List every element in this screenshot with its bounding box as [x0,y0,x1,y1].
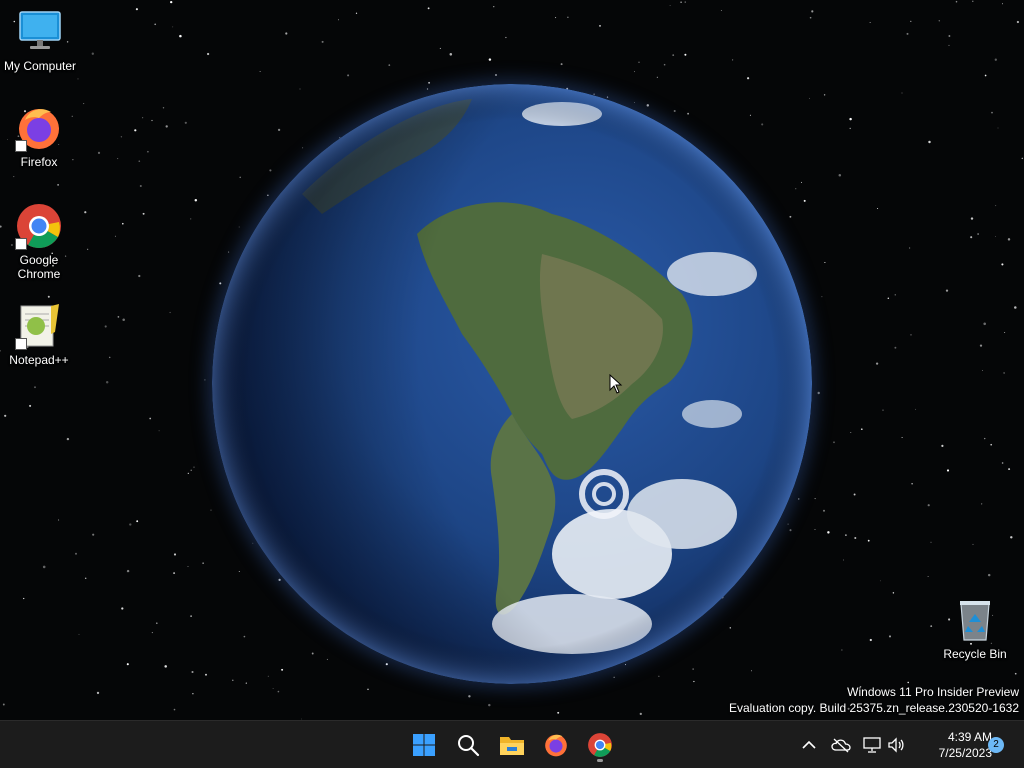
volume-icon [888,737,904,753]
desktop-icon-label: My Computer [3,59,77,73]
search-button[interactable] [450,727,486,763]
chrome-icon [15,202,63,250]
desktop: My Computer Firefox Google Chrome Notepa… [0,0,1024,720]
taskbar: 4:39 AM 7/25/2023 2 [0,720,1024,768]
chrome-taskbar-button[interactable] [582,727,618,763]
desktop-icon-my-computer[interactable]: My Computer [0,8,80,73]
watermark-line-1: Windows 11 Pro Insider Preview [847,685,1019,699]
search-icon [458,735,480,757]
chrome-icon [588,733,612,757]
firefox-taskbar-button[interactable] [538,727,574,763]
os-version-watermark: Windows 11 Pro Insider Preview Evaluatio… [729,684,1019,716]
shortcut-arrow-icon [15,338,27,350]
desktop-icon-notepad-plus-plus[interactable]: Notepad++ [0,302,79,367]
earth-wallpaper [212,84,812,684]
desktop-icon-firefox[interactable]: Firefox [0,104,79,169]
network-icon [863,737,881,753]
file-explorer-button[interactable] [494,727,530,763]
notification-badge[interactable]: 2 [988,737,1004,753]
running-indicator [597,759,603,762]
clock-time: 4:39 AM [947,730,992,744]
desktop-icon-label: Firefox [20,155,58,169]
desktop-icon-google-chrome[interactable]: Google Chrome [0,202,79,281]
notepad-plus-plus-icon [15,302,63,350]
shortcut-arrow-icon [15,238,27,250]
onedrive-tray-button[interactable] [831,735,851,755]
desktop-icon-label: Notepad++ [9,353,69,367]
show-hidden-icons-button[interactable] [799,735,819,755]
clock-date: 7/25/2023 [938,746,992,760]
firefox-icon [545,734,567,757]
monitor-icon [16,8,64,56]
start-button[interactable] [406,727,442,763]
shortcut-arrow-icon [15,140,27,152]
firefox-icon [15,104,63,152]
network-tray-button[interactable] [862,735,882,755]
file-explorer-icon [500,737,524,755]
watermark-line-2: Evaluation copy. Build 25375.zn_release.… [729,701,1019,715]
start-icon [413,734,435,756]
desktop-icon-recycle-bin[interactable]: Recycle Bin [935,596,1015,661]
desktop-icon-label: Recycle Bin [943,647,1007,661]
clock-button[interactable]: 4:39 AM 7/25/2023 [916,729,992,761]
chevron-up-icon [802,740,816,749]
volume-tray-button[interactable] [886,735,906,755]
mouse-cursor-icon [609,374,623,394]
onedrive-icon [831,738,851,753]
desktop-icon-label: Google Chrome [17,253,61,281]
recycle-bin-icon [951,596,999,644]
